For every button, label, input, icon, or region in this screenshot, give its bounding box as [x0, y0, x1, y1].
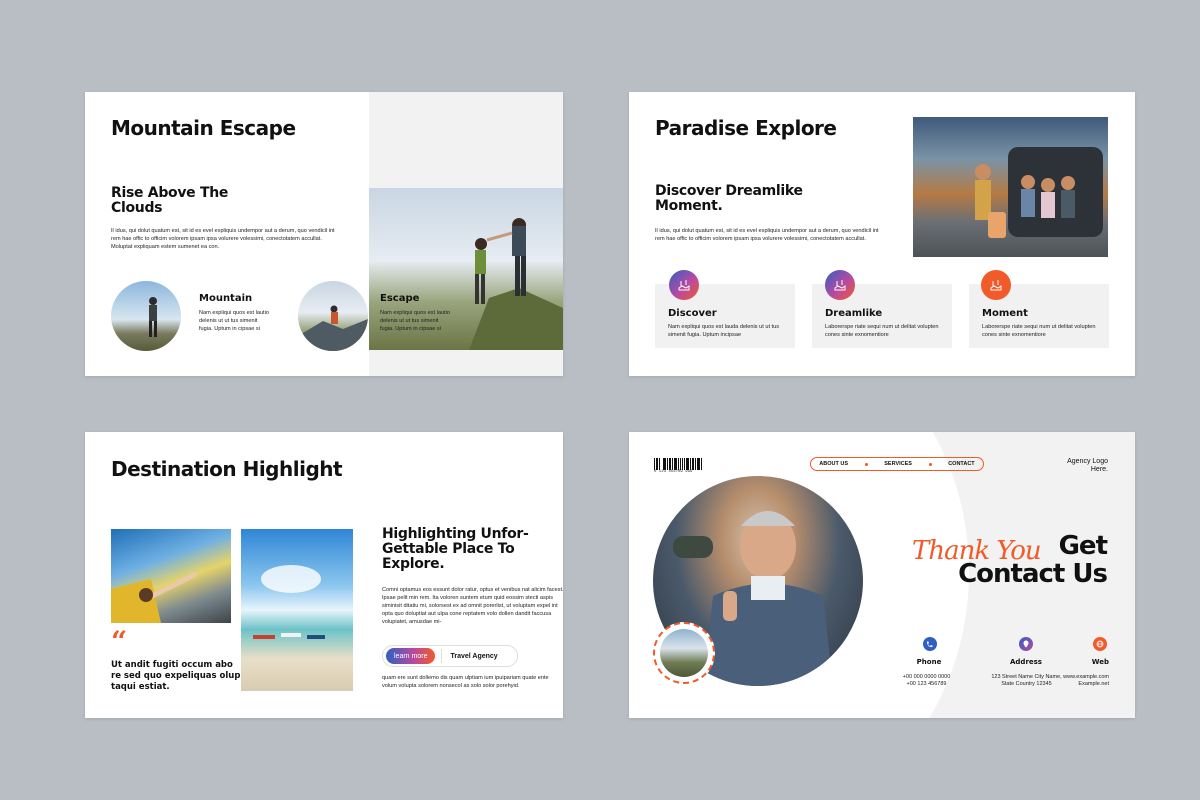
couple-thumbnail-photo: [660, 629, 708, 677]
barcode-icon: [654, 458, 703, 470]
card-text: Laborerspe riate sequi num ut delitat vo…: [825, 324, 939, 338]
mountain-circle-photo: [111, 281, 181, 351]
slide-subtitle-line2: Clouds: [111, 200, 163, 216]
cta-group: learn more Travel Agency: [382, 645, 518, 667]
slide-subtitle-line1: Rise Above The: [111, 185, 229, 201]
slide-paradise-explore[interactable]: Paradise Explore Discover Dreamlike Mome…: [629, 92, 1135, 376]
web-url-2[interactable]: Example.net: [1029, 681, 1109, 688]
map-icon: [669, 270, 699, 300]
nav-dot-icon: [928, 462, 932, 466]
escape-circle-photo: [298, 281, 368, 351]
slide-title: Paradise Explore: [655, 116, 837, 140]
phone-label: Phone: [916, 658, 942, 666]
contact-heading-line2: Contact Us: [958, 559, 1108, 589]
location-icon: [1019, 637, 1033, 651]
item-mountain-text: Nam expliqui quos est lautio delenis ut …: [199, 310, 269, 332]
item-escape-title: Escape: [380, 293, 420, 304]
highlight-heading-line3: Explore.: [382, 556, 445, 572]
map-icon: [825, 270, 855, 300]
boats-icon: [253, 565, 325, 639]
agency-logo-line1: Agency Logo: [1067, 458, 1108, 465]
slide-body-text: Il idus, qui dolut quatum est, sit id es…: [655, 228, 879, 242]
slide-title: Mountain Escape: [111, 116, 296, 140]
divider: [441, 649, 443, 663]
car-window-icon: [111, 571, 198, 623]
card-title: Discover: [668, 308, 717, 319]
card-text: Laborerspe riate sequi num ut delitat vo…: [982, 324, 1096, 338]
nav-about-us[interactable]: ABOUT US: [819, 461, 848, 467]
slide-destination-highlight[interactable]: Destination Highlight “ Ut andit fugiti …: [85, 432, 563, 718]
map-icon: [981, 270, 1011, 300]
web-label: Web: [1091, 658, 1109, 666]
nav-services[interactable]: SERVICES: [884, 461, 912, 467]
travel-agency-tag: Travel Agency: [450, 652, 498, 660]
card-title: Dreamlike: [825, 308, 883, 319]
globe-icon: [1093, 637, 1107, 651]
quote-text: Ut andit fugiti occum abo re sed quo exp…: [111, 660, 241, 692]
nav-bar: ABOUT US SERVICES CONTACT: [810, 457, 984, 471]
slide-mountain-escape[interactable]: Mountain Escape Rise Above The Clouds Il…: [85, 92, 563, 376]
contact-heading: Get Contact Us: [958, 531, 1108, 589]
agency-logo: Agency Logo Here.: [1067, 458, 1108, 474]
car-group-icon: [975, 147, 1103, 238]
hiker-figure-icon: [149, 297, 157, 337]
learn-more-button[interactable]: learn more: [386, 648, 436, 664]
car-friends-photo: [913, 117, 1108, 257]
slide-subtitle-line2: Moment.: [655, 198, 723, 214]
highlight-heading-line2: Gettable Place To: [382, 541, 515, 557]
web-values: www.example.com Example.net: [1029, 674, 1109, 688]
agency-logo-line2: Here.: [1090, 466, 1108, 473]
phone-icon: [923, 637, 937, 651]
nav-contact[interactable]: CONTACT: [948, 461, 974, 467]
slide-title: Destination Highlight: [111, 457, 343, 481]
highlight-footer-text: quam ere sunt dollemo dis quam ulptiam i…: [382, 675, 549, 689]
climber-figure-icon: [298, 305, 368, 351]
slide-contact[interactable]: 0 123 456789 999 ABOUT US SERVICES CONTA…: [629, 432, 1135, 718]
slide-body-text: Il idus, qui dolut quatum est, sit id es…: [111, 228, 335, 250]
contact-heading-line1: Get: [1058, 531, 1108, 561]
item-escape-text: Nam expliqui quos est lautio delenis ut …: [380, 310, 450, 332]
barcode-number: 0 123 456789 999: [654, 470, 693, 474]
beach-photo: [241, 529, 353, 691]
slide-subtitle-line1: Discover Dreamlike: [655, 183, 803, 199]
item-mountain-title: Mountain: [199, 293, 253, 304]
card-text: Nam expliqui quos est lauda delenis ut u…: [668, 324, 780, 338]
highlight-heading-line1: Highlighting Unfor-: [382, 526, 529, 542]
road-trip-photo: [111, 529, 231, 623]
address-label: Address: [1010, 658, 1042, 666]
card-title: Moment: [982, 308, 1028, 319]
quote-mark-icon: “: [111, 625, 128, 658]
web-url-1[interactable]: www.example.com: [1029, 674, 1109, 681]
nav-dot-icon: [864, 462, 868, 466]
highlight-body-text: Comni optamus eos essunt dolor ratur, op…: [382, 587, 563, 625]
